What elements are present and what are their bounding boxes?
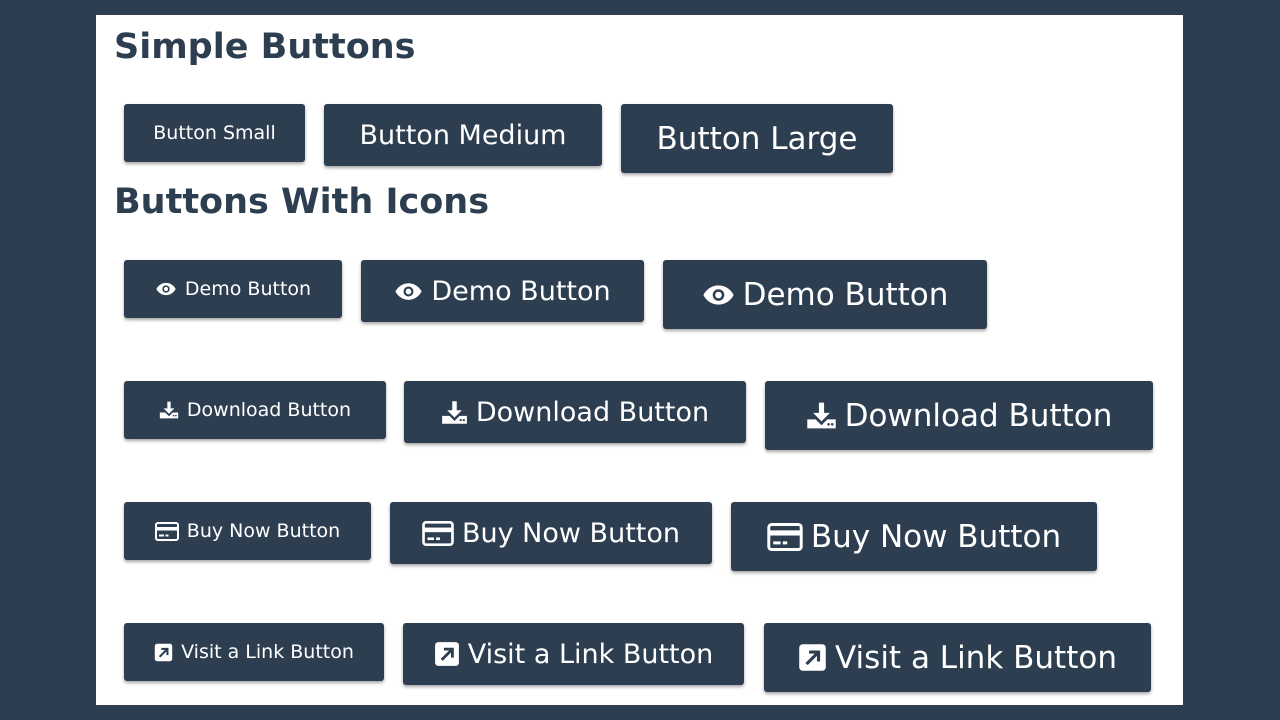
credit-card-icon xyxy=(422,520,454,546)
demo-button-medium-label: Demo Button xyxy=(431,275,611,307)
download-button-medium-label: Download Button xyxy=(475,396,710,428)
visit-link-button-small[interactable]: Visit a Link Button xyxy=(124,623,384,681)
eye-icon xyxy=(394,282,423,301)
buttons-with-icons-heading: Buttons With Icons xyxy=(114,182,490,222)
demo-button-small[interactable]: Demo Button xyxy=(124,260,342,318)
visit-link-button-medium[interactable]: Visit a Link Button xyxy=(403,623,744,685)
download-icon xyxy=(159,400,179,420)
demo-button-small-label: Demo Button xyxy=(184,278,312,300)
button-small[interactable]: Button Small xyxy=(124,104,305,162)
demo-button-medium[interactable]: Demo Button xyxy=(361,260,644,322)
external-link-icon xyxy=(798,643,827,672)
visit-link-button-large-label: Visit a Link Button xyxy=(835,639,1117,676)
download-button-small-label: Download Button xyxy=(186,399,352,421)
demo-button-large[interactable]: Demo Button xyxy=(663,260,987,329)
download-button-large[interactable]: Download Button xyxy=(765,381,1153,450)
external-link-icon xyxy=(154,643,173,662)
download-icon xyxy=(441,399,468,426)
download-button-medium[interactable]: Download Button xyxy=(404,381,746,443)
credit-card-icon xyxy=(154,521,179,541)
button-medium-label: Button Medium xyxy=(359,119,567,151)
button-small-label: Button Small xyxy=(153,122,276,144)
buy-now-button-small[interactable]: Buy Now Button xyxy=(124,502,371,560)
buy-now-button-medium-label: Buy Now Button xyxy=(461,517,681,549)
credit-card-icon xyxy=(767,522,803,551)
buy-now-button-large[interactable]: Buy Now Button xyxy=(731,502,1097,571)
eye-icon xyxy=(702,284,735,306)
visit-link-button-small-label: Visit a Link Button xyxy=(181,641,354,663)
buy-now-button-small-label: Buy Now Button xyxy=(186,520,341,542)
button-large[interactable]: Button Large xyxy=(621,104,893,173)
eye-icon xyxy=(155,282,177,296)
buy-now-button-large-label: Buy Now Button xyxy=(810,518,1062,555)
simple-buttons-heading: Simple Buttons xyxy=(114,27,416,67)
download-icon xyxy=(806,400,837,431)
download-button-large-label: Download Button xyxy=(844,397,1113,434)
button-large-label: Button Large xyxy=(656,120,858,157)
external-link-icon xyxy=(434,641,460,667)
download-button-small[interactable]: Download Button xyxy=(124,381,386,439)
visit-link-button-large[interactable]: Visit a Link Button xyxy=(764,623,1151,692)
demo-button-large-label: Demo Button xyxy=(742,276,949,313)
button-medium[interactable]: Button Medium xyxy=(324,104,602,166)
buy-now-button-medium[interactable]: Buy Now Button xyxy=(390,502,712,564)
visit-link-button-medium-label: Visit a Link Button xyxy=(467,638,714,670)
